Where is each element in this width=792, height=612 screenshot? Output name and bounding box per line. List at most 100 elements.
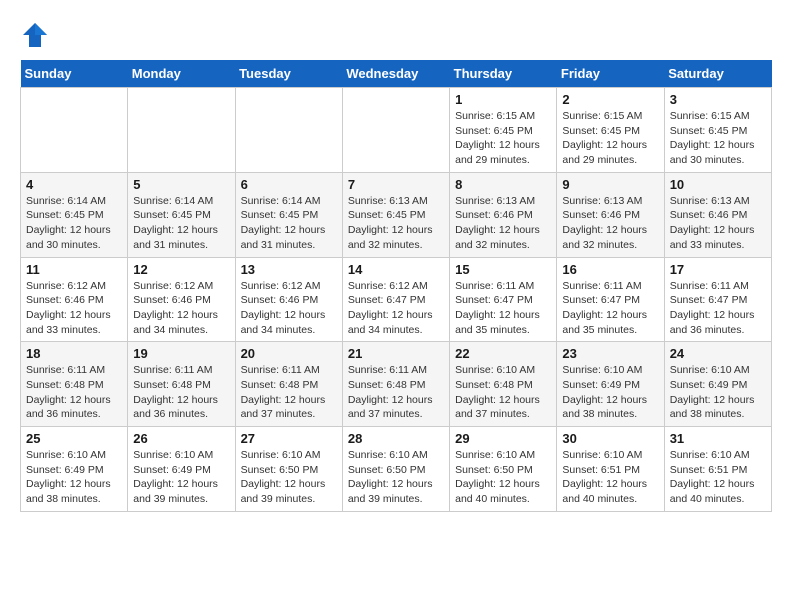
day-info: Sunrise: 6:12 AM Sunset: 6:46 PM Dayligh… bbox=[26, 279, 122, 338]
day-info: Sunrise: 6:11 AM Sunset: 6:48 PM Dayligh… bbox=[26, 363, 122, 422]
day-number: 22 bbox=[455, 346, 551, 361]
day-number: 17 bbox=[670, 262, 766, 277]
calendar-cell: 1 Sunrise: 6:15 AM Sunset: 6:45 PM Daylig… bbox=[450, 88, 557, 173]
day-number: 6 bbox=[241, 177, 337, 192]
day-info: Sunrise: 6:13 AM Sunset: 6:46 PM Dayligh… bbox=[670, 194, 766, 253]
calendar-week-2: 4 Sunrise: 6:14 AM Sunset: 6:45 PM Daylig… bbox=[21, 172, 772, 257]
calendar-cell: 12 Sunrise: 6:12 AM Sunset: 6:46 PM Dayli… bbox=[128, 257, 235, 342]
calendar-cell bbox=[342, 88, 449, 173]
calendar-week-4: 18Sunrise: 6:11 AM Sunset: 6:48 PM Dayli… bbox=[21, 342, 772, 427]
calendar-cell bbox=[21, 88, 128, 173]
day-info: Sunrise: 6:14 AM Sunset: 6:45 PM Dayligh… bbox=[26, 194, 122, 253]
calendar-cell: 14 Sunrise: 6:12 AM Sunset: 6:47 PM Dayli… bbox=[342, 257, 449, 342]
day-info: Sunrise: 6:11 AM Sunset: 6:47 PM Dayligh… bbox=[670, 279, 766, 338]
calendar-cell: 25 Sunrise: 6:10 AM Sunset: 6:49 PM Dayli… bbox=[21, 427, 128, 512]
day-info: Sunrise: 6:10 AM Sunset: 6:49 PM Dayligh… bbox=[670, 363, 766, 422]
calendar-cell: 11 Sunrise: 6:12 AM Sunset: 6:46 PM Dayli… bbox=[21, 257, 128, 342]
calendar-cell: 21 Sunrise: 6:11 AM Sunset: 6:48 PM Dayli… bbox=[342, 342, 449, 427]
calendar-cell: 16Sunrise: 6:11 AM Sunset: 6:47 PM Dayli… bbox=[557, 257, 664, 342]
calendar-cell: 22 Sunrise: 6:10 AM Sunset: 6:48 PM Dayli… bbox=[450, 342, 557, 427]
calendar-cell: 19 Sunrise: 6:11 AM Sunset: 6:48 PM Dayli… bbox=[128, 342, 235, 427]
day-number: 30 bbox=[562, 431, 658, 446]
day-number: 19 bbox=[133, 346, 229, 361]
calendar-cell: 23 Sunrise: 6:10 AM Sunset: 6:49 PM Dayli… bbox=[557, 342, 664, 427]
calendar-cell: 10Sunrise: 6:13 AM Sunset: 6:46 PM Dayli… bbox=[664, 172, 771, 257]
days-header-row: SundayMondayTuesdayWednesdayThursdayFrid… bbox=[21, 60, 772, 88]
calendar-week-1: 1 Sunrise: 6:15 AM Sunset: 6:45 PM Daylig… bbox=[21, 88, 772, 173]
day-number: 7 bbox=[348, 177, 444, 192]
day-number: 15 bbox=[455, 262, 551, 277]
day-info: Sunrise: 6:10 AM Sunset: 6:48 PM Dayligh… bbox=[455, 363, 551, 422]
day-header-sunday: Sunday bbox=[21, 60, 128, 88]
calendar-cell: 26Sunrise: 6:10 AM Sunset: 6:49 PM Dayli… bbox=[128, 427, 235, 512]
calendar-cell: 29 Sunrise: 6:10 AM Sunset: 6:50 PM Dayli… bbox=[450, 427, 557, 512]
calendar-week-3: 11 Sunrise: 6:12 AM Sunset: 6:46 PM Dayli… bbox=[21, 257, 772, 342]
calendar-cell: 31 Sunrise: 6:10 AM Sunset: 6:51 PM Dayli… bbox=[664, 427, 771, 512]
day-number: 16 bbox=[562, 262, 658, 277]
day-info: Sunrise: 6:15 AM Sunset: 6:45 PM Dayligh… bbox=[670, 109, 766, 168]
day-info: Sunrise: 6:15 AM Sunset: 6:45 PM Dayligh… bbox=[455, 109, 551, 168]
calendar-cell bbox=[128, 88, 235, 173]
day-info: Sunrise: 6:10 AM Sunset: 6:50 PM Dayligh… bbox=[348, 448, 444, 507]
calendar-cell: 27 Sunrise: 6:10 AM Sunset: 6:50 PM Dayli… bbox=[235, 427, 342, 512]
calendar-cell: 28 Sunrise: 6:10 AM Sunset: 6:50 PM Dayli… bbox=[342, 427, 449, 512]
page-header bbox=[20, 20, 772, 50]
calendar-cell: 9 Sunrise: 6:13 AM Sunset: 6:46 PM Daylig… bbox=[557, 172, 664, 257]
day-header-wednesday: Wednesday bbox=[342, 60, 449, 88]
day-info: Sunrise: 6:15 AM Sunset: 6:45 PM Dayligh… bbox=[562, 109, 658, 168]
day-info: Sunrise: 6:14 AM Sunset: 6:45 PM Dayligh… bbox=[133, 194, 229, 253]
day-number: 9 bbox=[562, 177, 658, 192]
calendar-cell: 20Sunrise: 6:11 AM Sunset: 6:48 PM Dayli… bbox=[235, 342, 342, 427]
calendar-cell: 7 Sunrise: 6:13 AM Sunset: 6:45 PM Daylig… bbox=[342, 172, 449, 257]
calendar-cell: 15 Sunrise: 6:11 AM Sunset: 6:47 PM Dayli… bbox=[450, 257, 557, 342]
calendar-cell: 8Sunrise: 6:13 AM Sunset: 6:46 PM Daylig… bbox=[450, 172, 557, 257]
calendar-cell: 4 Sunrise: 6:14 AM Sunset: 6:45 PM Daylig… bbox=[21, 172, 128, 257]
day-number: 1 bbox=[455, 92, 551, 107]
day-info: Sunrise: 6:10 AM Sunset: 6:51 PM Dayligh… bbox=[562, 448, 658, 507]
day-info: Sunrise: 6:12 AM Sunset: 6:47 PM Dayligh… bbox=[348, 279, 444, 338]
calendar-cell: 30 Sunrise: 6:10 AM Sunset: 6:51 PM Dayli… bbox=[557, 427, 664, 512]
day-number: 21 bbox=[348, 346, 444, 361]
day-header-monday: Monday bbox=[128, 60, 235, 88]
day-info: Sunrise: 6:12 AM Sunset: 6:46 PM Dayligh… bbox=[133, 279, 229, 338]
day-info: Sunrise: 6:10 AM Sunset: 6:50 PM Dayligh… bbox=[241, 448, 337, 507]
day-number: 28 bbox=[348, 431, 444, 446]
day-info: Sunrise: 6:12 AM Sunset: 6:46 PM Dayligh… bbox=[241, 279, 337, 338]
calendar-cell: 24Sunrise: 6:10 AM Sunset: 6:49 PM Dayli… bbox=[664, 342, 771, 427]
calendar-table: SundayMondayTuesdayWednesdayThursdayFrid… bbox=[20, 60, 772, 512]
day-info: Sunrise: 6:13 AM Sunset: 6:46 PM Dayligh… bbox=[562, 194, 658, 253]
day-number: 23 bbox=[562, 346, 658, 361]
day-number: 4 bbox=[26, 177, 122, 192]
day-number: 2 bbox=[562, 92, 658, 107]
day-info: Sunrise: 6:10 AM Sunset: 6:51 PM Dayligh… bbox=[670, 448, 766, 507]
calendar-cell: 6 Sunrise: 6:14 AM Sunset: 6:45 PM Daylig… bbox=[235, 172, 342, 257]
day-number: 12 bbox=[133, 262, 229, 277]
day-number: 11 bbox=[26, 262, 122, 277]
day-number: 27 bbox=[241, 431, 337, 446]
day-info: Sunrise: 6:11 AM Sunset: 6:48 PM Dayligh… bbox=[133, 363, 229, 422]
day-info: Sunrise: 6:11 AM Sunset: 6:47 PM Dayligh… bbox=[455, 279, 551, 338]
day-header-saturday: Saturday bbox=[664, 60, 771, 88]
day-number: 31 bbox=[670, 431, 766, 446]
calendar-cell bbox=[235, 88, 342, 173]
day-number: 14 bbox=[348, 262, 444, 277]
day-info: Sunrise: 6:13 AM Sunset: 6:46 PM Dayligh… bbox=[455, 194, 551, 253]
day-info: Sunrise: 6:10 AM Sunset: 6:50 PM Dayligh… bbox=[455, 448, 551, 507]
day-header-friday: Friday bbox=[557, 60, 664, 88]
calendar-cell: 3Sunrise: 6:15 AM Sunset: 6:45 PM Daylig… bbox=[664, 88, 771, 173]
day-info: Sunrise: 6:13 AM Sunset: 6:45 PM Dayligh… bbox=[348, 194, 444, 253]
calendar-cell: 17 Sunrise: 6:11 AM Sunset: 6:47 PM Dayli… bbox=[664, 257, 771, 342]
calendar-week-5: 25 Sunrise: 6:10 AM Sunset: 6:49 PM Dayli… bbox=[21, 427, 772, 512]
day-info: Sunrise: 6:11 AM Sunset: 6:48 PM Dayligh… bbox=[348, 363, 444, 422]
day-info: Sunrise: 6:10 AM Sunset: 6:49 PM Dayligh… bbox=[133, 448, 229, 507]
calendar-cell: 2 Sunrise: 6:15 AM Sunset: 6:45 PM Daylig… bbox=[557, 88, 664, 173]
calendar-body: 1 Sunrise: 6:15 AM Sunset: 6:45 PM Daylig… bbox=[21, 88, 772, 512]
day-number: 20 bbox=[241, 346, 337, 361]
day-number: 25 bbox=[26, 431, 122, 446]
day-info: Sunrise: 6:14 AM Sunset: 6:45 PM Dayligh… bbox=[241, 194, 337, 253]
day-info: Sunrise: 6:10 AM Sunset: 6:49 PM Dayligh… bbox=[562, 363, 658, 422]
day-header-thursday: Thursday bbox=[450, 60, 557, 88]
day-info: Sunrise: 6:10 AM Sunset: 6:49 PM Dayligh… bbox=[26, 448, 122, 507]
day-number: 29 bbox=[455, 431, 551, 446]
logo bbox=[20, 20, 54, 50]
